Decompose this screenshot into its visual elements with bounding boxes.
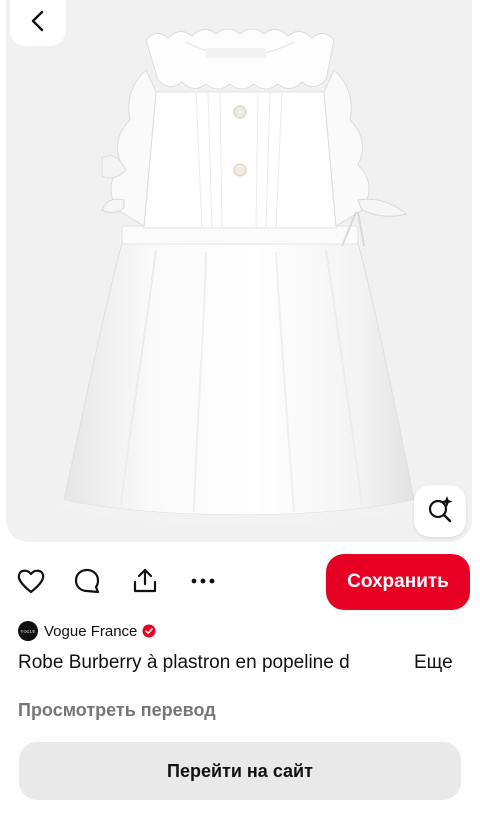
more-dots-icon[interactable] bbox=[186, 564, 220, 598]
action-bar: Сохранить bbox=[0, 552, 480, 612]
share-icon[interactable] bbox=[128, 564, 162, 598]
comment-icon[interactable] bbox=[70, 564, 104, 598]
avatar: VOGUE bbox=[18, 621, 38, 641]
pin-title: Robe Burberry à plastron en popeline d bbox=[18, 652, 350, 673]
pin-image[interactable] bbox=[6, 0, 472, 542]
title-fade bbox=[348, 648, 400, 678]
white-dress-photo bbox=[62, 28, 416, 525]
source-name: Vogue France bbox=[44, 622, 138, 640]
visual-search-button[interactable] bbox=[414, 485, 466, 537]
pin-title-row: Robe Burberry à plastron en popeline d Е… bbox=[18, 648, 468, 678]
source-row[interactable]: VOGUE Vogue France bbox=[18, 620, 156, 642]
verified-badge-icon bbox=[142, 624, 156, 638]
chevron-left-icon bbox=[28, 9, 48, 38]
expand-title-link[interactable]: Еще bbox=[414, 648, 453, 678]
visual-search-icon bbox=[426, 495, 454, 528]
view-translation-link[interactable]: Просмотреть перевод bbox=[18, 700, 216, 721]
avatar-logo-text: VOGUE bbox=[20, 628, 36, 634]
back-button[interactable] bbox=[10, 0, 66, 46]
heart-icon[interactable] bbox=[14, 564, 48, 598]
visit-site-button[interactable]: Перейти на сайт bbox=[19, 742, 461, 800]
save-button[interactable]: Сохранить bbox=[326, 554, 470, 610]
